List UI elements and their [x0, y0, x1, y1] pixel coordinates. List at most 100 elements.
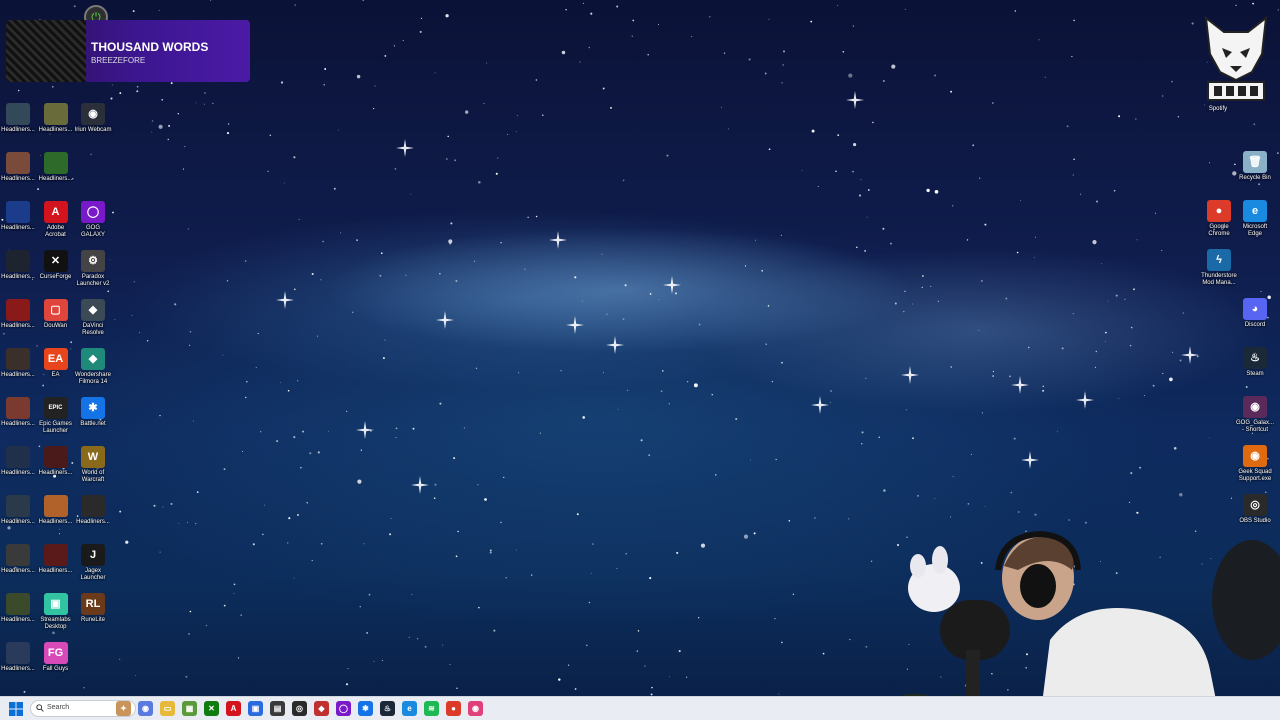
- desktop-shortcut[interactable]: ✱ Battle.net: [74, 397, 112, 428]
- app-icon: ◆: [81, 299, 105, 321]
- taskbar-app-terminal-icon[interactable]: ▤: [270, 701, 285, 716]
- track-title: THOUSAND WORDS: [91, 40, 209, 54]
- app-icon: [6, 593, 30, 615]
- desktop-shortcut[interactable]: W World of Warcraft: [74, 446, 112, 484]
- desktop-shortcut[interactable]: Headliners...: [0, 446, 37, 477]
- app-icon: [43, 103, 68, 125]
- desktop-shortcut[interactable]: Headliners...: [0, 642, 37, 673]
- search-icon: [36, 704, 44, 712]
- desktop-shortcut[interactable]: Headliners...: [0, 103, 37, 134]
- desktop-shortcut[interactable]: Headliners...: [0, 593, 37, 624]
- app-icon: [6, 250, 30, 272]
- app-icon: J: [81, 544, 105, 566]
- desktop-shortcut[interactable]: ϟ Thunderstore Mod Mana...: [1200, 249, 1238, 287]
- desktop-shortcut[interactable]: Headliners...: [0, 250, 37, 281]
- desktop-shortcut[interactable]: EA EA: [37, 348, 75, 379]
- desktop-shortcut[interactable]: ▣ Streamlabs Desktop: [37, 593, 75, 631]
- desktop-shortcut[interactable]: Headliners...: [74, 495, 112, 526]
- app-icon: [6, 544, 30, 566]
- app-icon: EA: [43, 348, 68, 370]
- desktop-shortcut[interactable]: A Adobe Acrobat: [37, 201, 75, 239]
- shortcut-label: Headliners...: [1, 666, 35, 672]
- app-icon: [6, 446, 30, 468]
- app-icon: ◎: [1243, 494, 1267, 516]
- desktop-shortcut[interactable]: ▢ DouWan: [37, 299, 75, 330]
- app-icon: [6, 201, 30, 223]
- desktop-shortcut[interactable]: 🗑 Recycle Bin: [1236, 151, 1274, 182]
- desktop-shortcut[interactable]: Headliners...: [0, 152, 37, 183]
- taskbar-app-file-explorer-icon[interactable]: ▭: [160, 701, 175, 716]
- desktop-shortcut[interactable]: ● Google Chrome: [1200, 200, 1238, 238]
- taskbar-app-spotify-icon[interactable]: ≋: [424, 701, 439, 716]
- shortcut-label: Headliners...: [1, 470, 35, 476]
- desktop-shortcut[interactable]: Headliners...: [0, 495, 37, 526]
- taskbar-app-chrome-icon[interactable]: ●: [446, 701, 461, 716]
- desktop-shortcut[interactable]: ⚙ Paradox Launcher v2: [74, 250, 112, 288]
- glitch-fox-logo-icon[interactable]: [1200, 14, 1272, 106]
- taskbar-app-minecraft-icon[interactable]: ▦: [182, 701, 197, 716]
- taskbar-app-edge-icon[interactable]: e: [402, 701, 417, 716]
- taskbar-app-xbox-icon[interactable]: ✕: [204, 701, 219, 716]
- shortcut-label: Headliners...: [38, 176, 73, 182]
- taskbar-app-store-icon[interactable]: ▣: [248, 701, 263, 716]
- desktop-shortcut[interactable]: Headliners...: [37, 152, 75, 183]
- app-icon: ◆: [81, 348, 105, 370]
- shortcut-label: Headliners...: [1, 225, 35, 231]
- shortcut-label: Headliners...: [1, 568, 35, 574]
- app-icon: [6, 397, 30, 419]
- app-icon: ⚙: [81, 250, 105, 272]
- desktop-shortcut[interactable]: RL RuneLite: [74, 593, 112, 624]
- desktop-shortcut[interactable]: EPIC Epic Games Launcher: [37, 397, 75, 435]
- taskbar-app-paradox-icon[interactable]: ◆: [314, 701, 329, 716]
- desktop-shortcut[interactable]: ✕ CurseForge: [37, 250, 75, 281]
- desktop-shortcut[interactable]: ◉ Geek Squad Support.exe: [1236, 445, 1274, 483]
- shortcut-label: Geek Squad Support.exe: [1238, 469, 1272, 482]
- desktop-shortcut[interactable]: Headliners...: [0, 299, 37, 330]
- app-icon: [43, 544, 68, 566]
- app-icon: [43, 446, 68, 468]
- desktop-shortcut[interactable]: Headliners...: [0, 348, 37, 379]
- taskbar-app-widget-icon[interactable]: ✦: [116, 701, 131, 716]
- desktop-shortcut[interactable]: Headliners...: [0, 544, 37, 575]
- app-icon: [6, 348, 30, 370]
- desktop-shortcut[interactable]: J Jagex Launcher: [74, 544, 112, 582]
- taskbar-app-steam-icon[interactable]: ♨: [380, 701, 395, 716]
- desktop-shortcut[interactable]: ◆ Wondershare Filmora 14: [74, 348, 112, 386]
- app-icon: [43, 152, 68, 174]
- app-icon: ϟ: [1207, 249, 1231, 271]
- taskbar-app-gog-icon[interactable]: ◯: [336, 701, 351, 716]
- desktop-shortcut[interactable]: e Microsoft Edge: [1236, 200, 1274, 238]
- desktop[interactable]: Headliners... Headliners... ◉ Iriun Webcam H…: [0, 0, 1280, 720]
- search-placeholder: Search: [47, 704, 70, 711]
- taskbar-app-adobe-icon[interactable]: A: [226, 701, 241, 716]
- app-icon: A: [43, 201, 68, 223]
- desktop-shortcut[interactable]: ◉ GOG_Galax... - Shortcut: [1236, 396, 1274, 434]
- shortcut-label: Battle.net: [80, 421, 106, 427]
- desktop-shortcut[interactable]: Headliners...: [37, 495, 75, 526]
- taskbar-app-battlenet-icon[interactable]: ✱: [358, 701, 373, 716]
- now-playing-widget[interactable]: THOUSAND WORDS BREEZEFORE: [6, 20, 250, 82]
- desktop-shortcut[interactable]: ◆ DaVinci Resolve: [74, 299, 112, 337]
- windows-start-icon[interactable]: [8, 701, 24, 717]
- taskbar-app-copilot-icon[interactable]: ◉: [138, 701, 153, 716]
- desktop-shortcut[interactable]: Headliners...: [0, 397, 37, 428]
- desktop-shortcut[interactable]: Headliners...: [0, 201, 37, 232]
- desktop-shortcut[interactable]: ◯ GOG GALAXY: [74, 201, 112, 239]
- desktop-shortcut[interactable]: Headliners...: [37, 446, 75, 477]
- taskbar-app-obs-icon[interactable]: ◎: [292, 701, 307, 716]
- app-icon: ◉: [81, 103, 105, 125]
- desktop-shortcut[interactable]: ◎ OBS Studio: [1236, 494, 1274, 525]
- desktop-shortcut[interactable]: FG Fall Guys: [37, 642, 75, 673]
- app-icon: FG: [43, 642, 68, 664]
- desktop-shortcut[interactable]: ◉ Iriun Webcam: [74, 103, 112, 134]
- desktop-shortcut[interactable]: ♨ Steam: [1236, 347, 1274, 378]
- shortcut-label: Headliners...: [38, 519, 73, 525]
- desktop-shortcut[interactable]: ◕ Discord: [1236, 298, 1274, 329]
- taskbar-app-streamlabs-icon[interactable]: ◉: [468, 701, 483, 716]
- desktop-shortcut[interactable]: Headliners...: [37, 103, 75, 134]
- desktop-shortcut[interactable]: Headliners...: [37, 544, 75, 575]
- app-icon: 🗑: [1243, 151, 1267, 173]
- app-icon: [6, 495, 30, 517]
- shortcut-label: OBS Studio: [1239, 518, 1271, 524]
- shortcut-label: Headliners...: [1, 372, 35, 378]
